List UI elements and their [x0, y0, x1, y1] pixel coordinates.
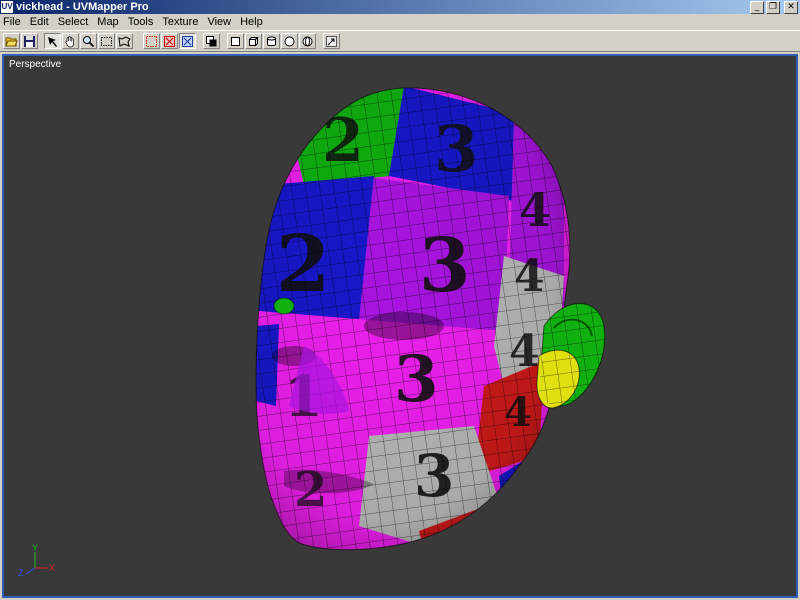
perspective-viewport[interactable]: Perspective Y X Z — [2, 54, 798, 598]
menu-edit[interactable]: Edit — [26, 14, 54, 30]
lasso-tool-button[interactable] — [116, 33, 133, 49]
select-arrow-icon — [48, 36, 57, 47]
cube-map-button[interactable] — [245, 33, 262, 49]
sphere-primitive-icon — [284, 36, 295, 46]
zoom-magnifier-icon — [83, 35, 95, 47]
menu-view[interactable]: View — [203, 14, 236, 30]
axis-gizmo: Y X Z — [18, 543, 55, 578]
menu-select[interactable]: Select — [54, 14, 94, 30]
marquee-tool-button[interactable] — [98, 33, 115, 49]
menu-file[interactable]: File — [0, 14, 26, 30]
select-tool-button[interactable] — [44, 33, 61, 49]
polar-primitive-icon — [302, 36, 313, 46]
restore-button[interactable]: ❐ — [766, 1, 780, 14]
layer-copy-icon — [206, 35, 217, 46]
lasso-select-icon — [118, 35, 131, 47]
cube-primitive-icon — [249, 36, 259, 46]
box-map-button[interactable] — [227, 33, 244, 49]
axis-y-label: Y — [32, 543, 38, 553]
save-button[interactable] — [21, 33, 38, 49]
menu-texture[interactable]: Texture — [158, 14, 203, 30]
open-button[interactable] — [3, 33, 20, 49]
marquee-select-icon — [101, 36, 112, 46]
pan-hand-icon — [65, 35, 74, 47]
cylinder-map-button[interactable] — [263, 33, 280, 49]
edit-map-button[interactable] — [323, 33, 340, 49]
cylinder-primitive-icon — [267, 36, 276, 46]
close-button[interactable]: ✕ — [784, 1, 798, 14]
edit-arrow-icon — [326, 35, 337, 47]
menu-tools[interactable]: Tools — [124, 14, 159, 30]
axis-z-label: Z — [18, 568, 24, 578]
copy-layer-button[interactable] — [203, 33, 220, 49]
window-title: vickhead - UVMapper Pro — [16, 1, 149, 13]
select-mode-button-3[interactable] — [179, 33, 196, 49]
save-disk-icon — [24, 35, 35, 47]
box-primitive-icon — [231, 36, 240, 46]
title-bar[interactable]: UV vickhead - UVMapper Pro _ ❐ ✕ — [0, 0, 800, 14]
axis-x-label: X — [49, 563, 55, 573]
selection-mode-red-icon — [146, 35, 157, 47]
selection-mode-red-cross-icon — [164, 35, 175, 47]
selection-mode-blue-cross-icon — [182, 35, 193, 47]
menu-help[interactable]: Help — [236, 14, 268, 30]
sphere-map-button[interactable] — [281, 33, 298, 49]
toolbar — [0, 30, 800, 52]
menu-map[interactable]: Map — [93, 14, 123, 30]
polar-map-button[interactable] — [299, 33, 316, 49]
pan-tool-button[interactable] — [62, 33, 79, 49]
menu-bar: File Edit Select Map Tools Texture View … — [0, 14, 800, 30]
select-mode-button-2[interactable] — [161, 33, 178, 49]
minimize-button[interactable]: _ — [750, 1, 764, 14]
window-controls: _ ❐ ✕ — [750, 1, 798, 14]
zoom-tool-button[interactable] — [80, 33, 97, 49]
open-folder-icon — [5, 37, 18, 46]
select-mode-button-1[interactable] — [143, 33, 160, 49]
uvmapper-app-icon[interactable]: UV — [1, 1, 13, 13]
